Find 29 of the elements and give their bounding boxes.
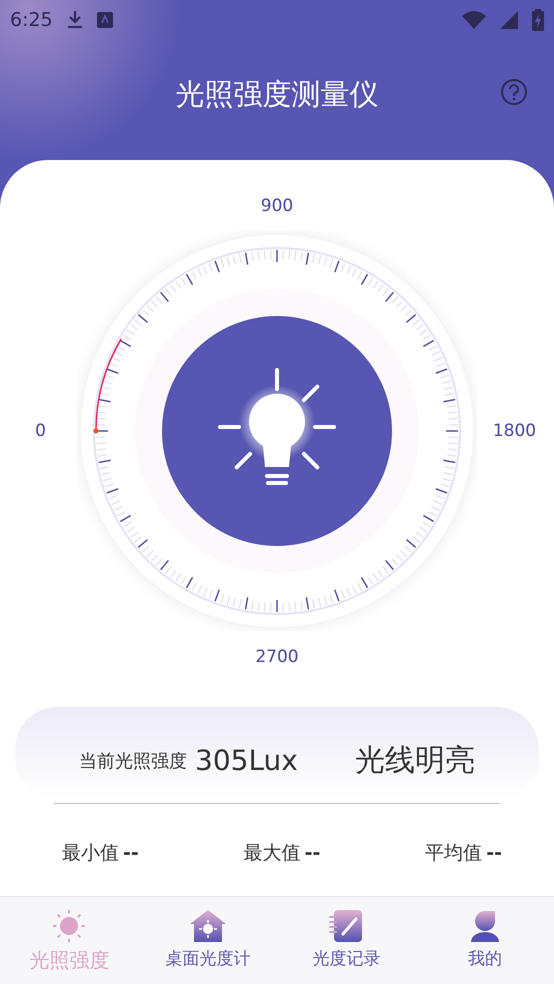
nav-tab[interactable]: 光度记录 <box>277 897 416 984</box>
scale-label: 0 <box>35 420 46 443</box>
battery-icon <box>532 9 544 31</box>
brightness-status: 光线明亮 <box>355 742 475 780</box>
notebook-icon <box>329 909 364 943</box>
scale-label: 900 <box>260 196 294 216</box>
nav-tab[interactable]: 我的 <box>416 897 554 984</box>
status-time: 6:25 <box>10 9 53 31</box>
level-dot <box>94 428 98 434</box>
stat-label: 最大值 <box>244 841 301 866</box>
app-title: 光照强度测量仪 <box>176 76 378 113</box>
house-icon <box>188 909 227 943</box>
stat-value: -- <box>486 842 502 864</box>
download-icon <box>66 10 83 30</box>
readout-value: 305Lux <box>195 744 299 777</box>
stat-value: -- <box>123 842 139 864</box>
bulb-icon <box>218 368 336 485</box>
stat-label: 平均值 <box>425 841 482 866</box>
wifi-icon <box>462 11 486 29</box>
readout-label: 当前光照强度 <box>79 750 187 772</box>
nav-tab[interactable]: 桌面光度计 <box>138 897 277 984</box>
stat-label: 最小值 <box>62 841 119 866</box>
help-icon[interactable] <box>500 78 528 106</box>
scale-label: 1800 <box>492 420 536 443</box>
signal-icon <box>500 11 518 29</box>
sun-icon <box>52 909 86 943</box>
scale-label: 2700 <box>255 647 299 667</box>
person-icon <box>468 909 501 943</box>
stat-value: -- <box>304 842 320 864</box>
